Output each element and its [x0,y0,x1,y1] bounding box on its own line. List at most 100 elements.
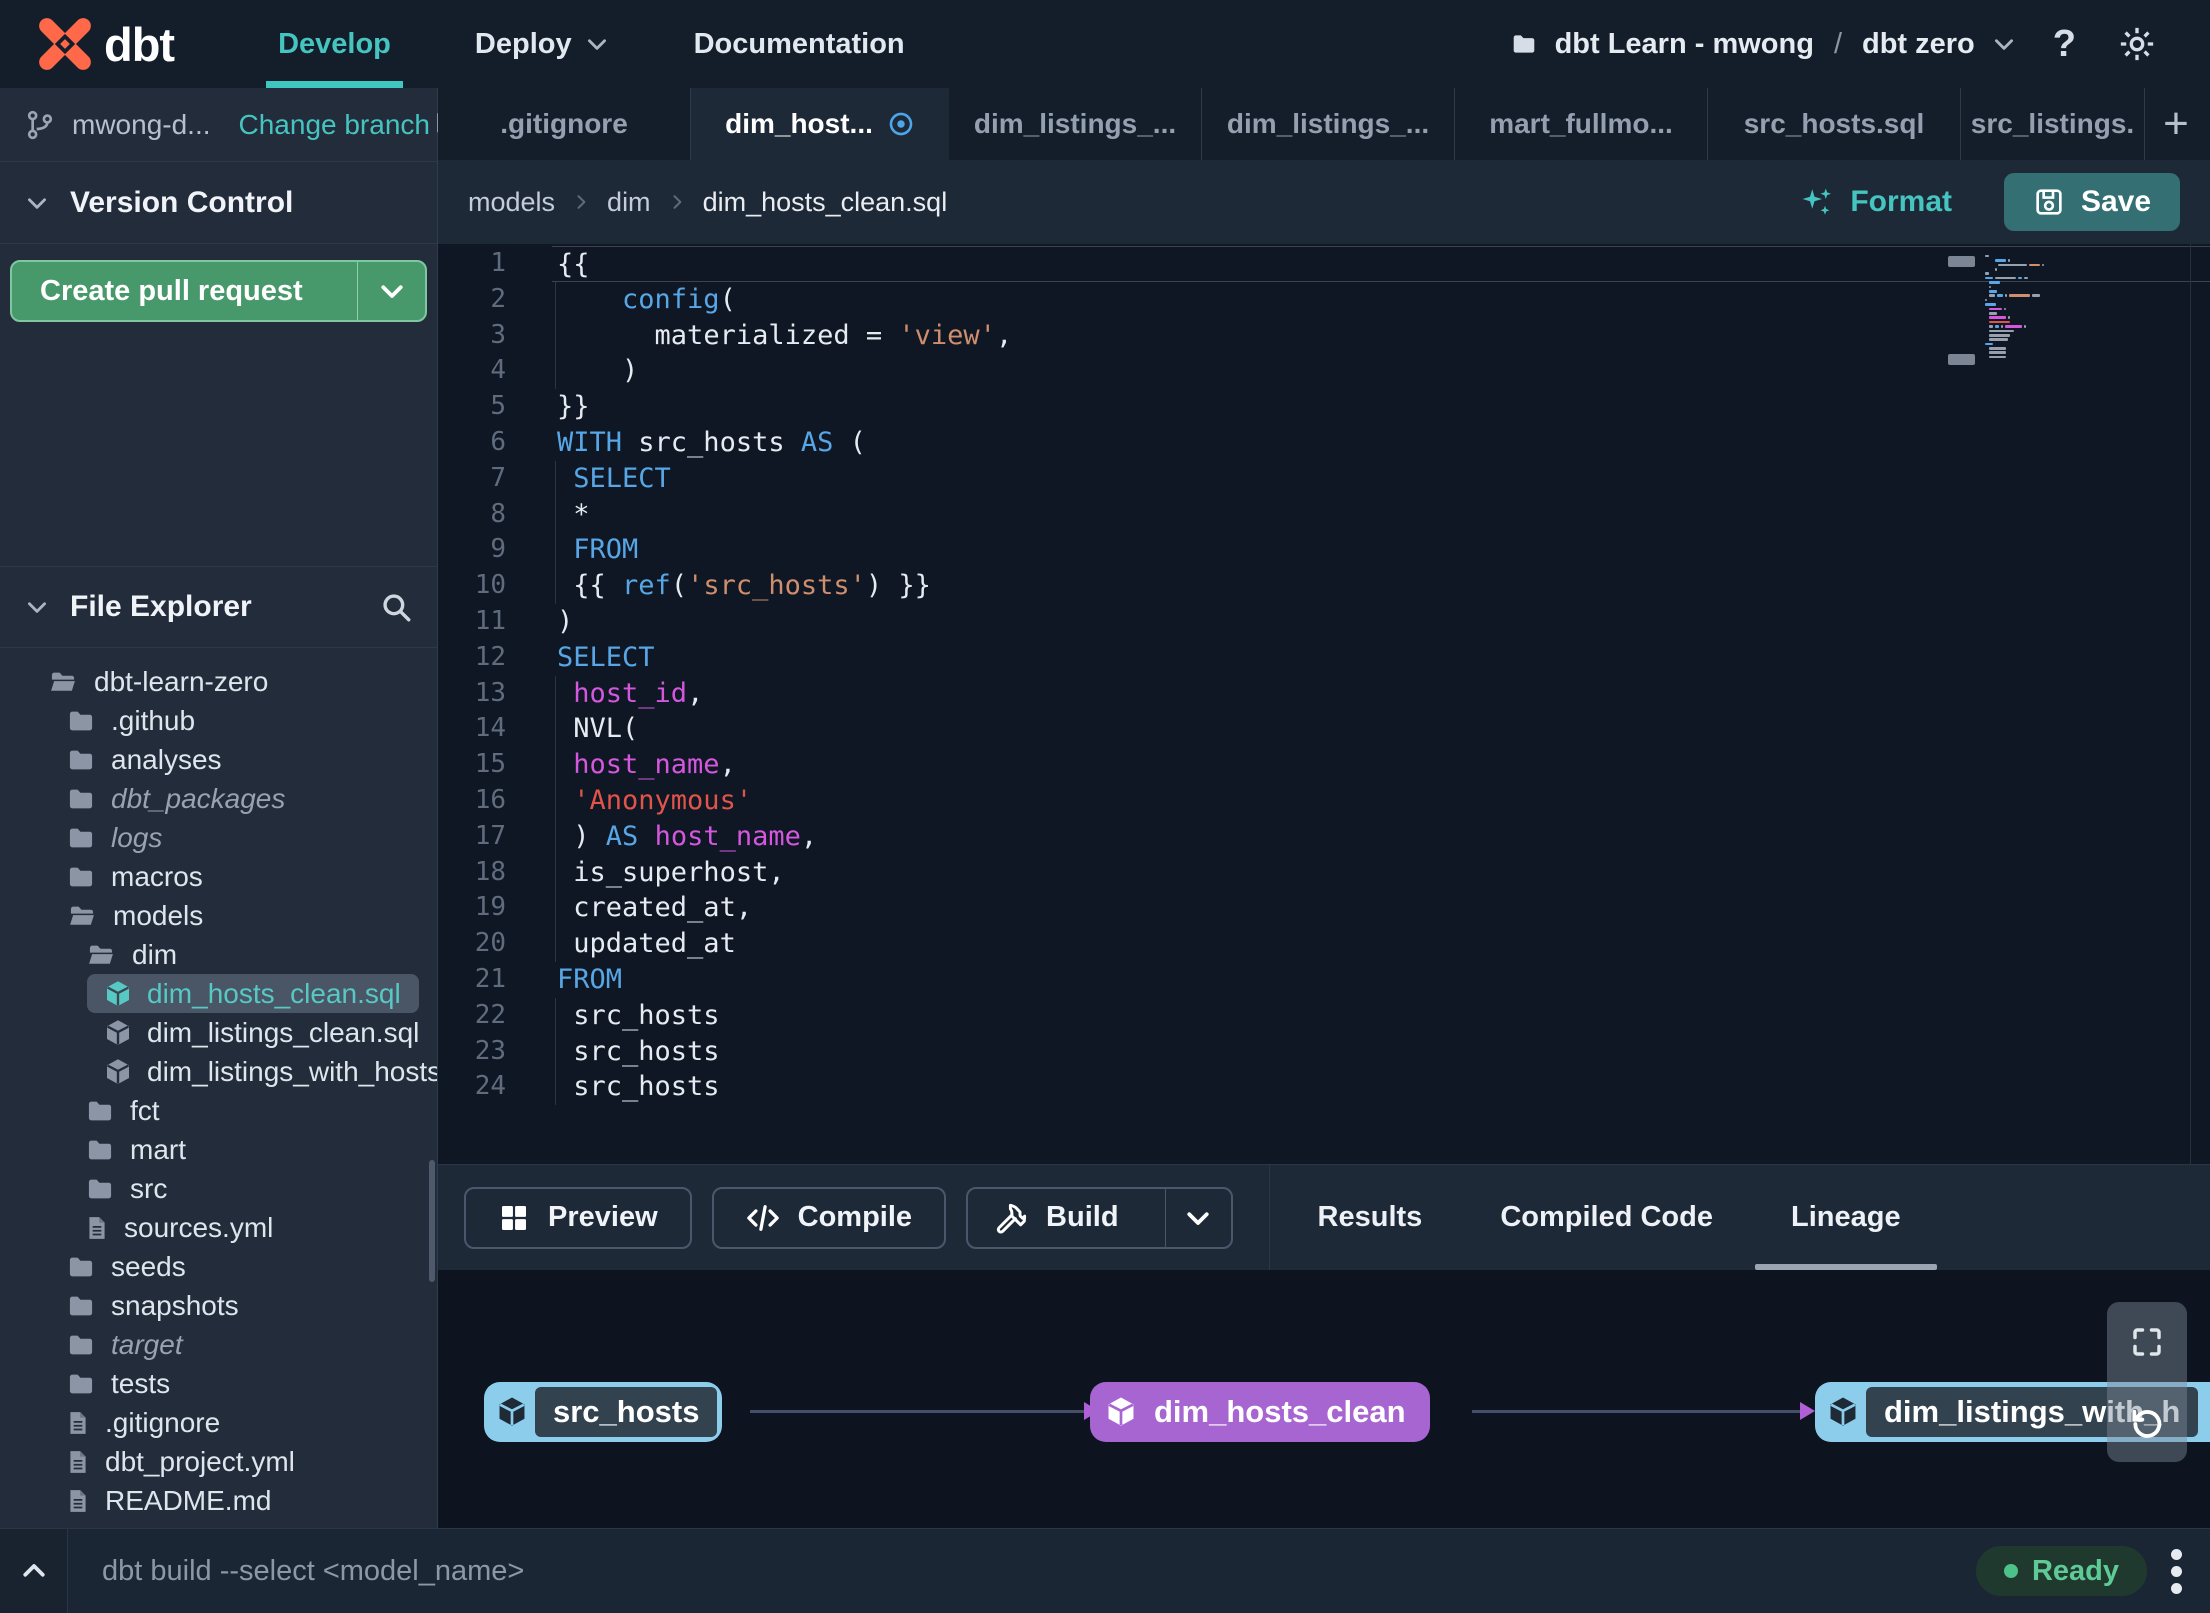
dbt-logo[interactable]: dbt [36,15,175,73]
code-line-23[interactable]: 23 src_hosts [438,1033,2210,1070]
tree-item-models[interactable]: models [0,896,437,935]
result-tab-compiled-code[interactable]: Compiled Code [1496,1165,1717,1270]
lineage-node-dim-hosts-clean[interactable]: dim_hosts_clean [1090,1382,1430,1442]
tree-item-mart[interactable]: mart [0,1130,437,1169]
change-branch-link[interactable]: Change branch [239,109,430,141]
tree-item-dbt-learn-zero[interactable]: dbt-learn-zero [0,662,437,701]
editor-tab-4[interactable]: mart_fullmo... [1455,88,1708,160]
code-line-22[interactable]: 22 src_hosts [438,997,2210,1034]
editor-tab-5[interactable]: src_hosts.sql [1708,88,1961,160]
code-line-20[interactable]: 20 updated_at [438,926,2210,962]
tree-item-analyses[interactable]: analyses [0,740,437,779]
tree-item-dim-listings-clean-sql[interactable]: dim_listings_clean.sql [0,1013,437,1052]
project-name: dbt Learn - mwong [1554,27,1814,60]
tree-item--gitignore[interactable]: .gitignore [0,1403,437,1442]
kebab-menu-icon[interactable] [2171,1548,2182,1594]
code-line-15[interactable]: 15 host_name, [438,747,2210,783]
new-tab-button[interactable]: + [2145,88,2207,160]
tree-item-seeds[interactable]: seeds [0,1247,437,1286]
tree-item-sources-yml[interactable]: sources.yml [0,1208,437,1247]
editor-tab-0[interactable]: .gitignore [438,88,691,160]
file-explorer-header[interactable]: File Explorer [0,566,437,648]
pr-dropdown-caret[interactable] [357,262,425,320]
code-line-14[interactable]: 14 NVL( [438,711,2210,747]
code-line-6[interactable]: 6 WITH src_hosts AS ( [438,425,2210,461]
build-main[interactable]: Build [968,1189,1147,1247]
code-editor[interactable]: 1{{2 config(3 materialized = 'view', 4 ) 5… [438,244,2210,1164]
main-area: .gitignore dim_host... dim_listings_... dim… [438,88,2210,1528]
tree-item-logs[interactable]: logs [0,818,437,857]
line-number: 16 [474,784,506,815]
code-line-2[interactable]: 2 config( [438,281,2210,318]
build-dropdown-caret[interactable] [1164,1188,1231,1247]
search-icon[interactable] [379,590,413,624]
tree-item-readme-md[interactable]: README.md [0,1481,437,1520]
code-line-10[interactable]: 10 {{ ref('src_hosts') }} [438,568,2210,604]
code-line-12[interactable]: 12 SELECT [438,640,2210,676]
invoke-toolbar: Preview Compile Build Results Compiled Co… [438,1164,2210,1271]
code-line-9[interactable]: 9 FROM [438,532,2210,568]
code-line-1[interactable]: 1{{ [438,246,2210,282]
explorer-scrollbar[interactable] [429,1160,435,1282]
editor-tab-2[interactable]: dim_listings_... [949,88,1202,160]
minimap-divider [2190,244,2191,1164]
save-label: Save [2080,185,2152,218]
code-line-19[interactable]: 19 created_at, [438,890,2210,926]
project-separator: / [1833,27,1842,60]
code-line-5[interactable]: 5}} [438,389,2210,425]
code-line-17[interactable]: 17 ) AS host_name, [438,818,2210,855]
tree-item-dim-listings-with-hosts-[interactable]: dim_listings_with_hosts... [0,1052,437,1091]
nav-item-develop[interactable]: Develop [236,0,433,88]
tree-item-src[interactable]: src [0,1169,437,1208]
command-input[interactable]: dbt build --select <model_name> [102,1555,1976,1588]
code-line-7[interactable]: 7 SELECT [438,460,2210,497]
nav-item-documentation[interactable]: Documentation [652,0,947,88]
status-badge[interactable]: Ready [1975,1546,2147,1596]
editor-tab-6[interactable]: src_listings. [1961,88,2145,160]
tree-item-dbt-packages[interactable]: dbt_packages [0,779,437,818]
save-button[interactable]: Save [2004,173,2180,231]
editor-tab-1[interactable]: dim_host... [691,88,949,160]
compile-button[interactable]: Compile [711,1186,947,1249]
code-line-18[interactable]: 18 is_superhost, [438,854,2210,891]
fullscreen-icon[interactable] [2129,1324,2165,1360]
code-line-8[interactable]: 8 * [438,496,2210,533]
lineage-graph: src_hosts dim_hosts_clean dim_listings_w… [438,1270,2210,1528]
build-button[interactable]: Build [966,1186,1233,1249]
lineage-node-src-hosts[interactable]: src_hosts [484,1382,723,1442]
tree-item-tests[interactable]: tests [0,1364,437,1403]
code-line-3[interactable]: 3 materialized = 'view', [438,317,2210,354]
editor-minimap[interactable] [1985,254,2063,359]
refresh-icon[interactable] [2127,1404,2167,1444]
panel-toggle-button[interactable] [0,1529,68,1613]
create-pull-request-button[interactable]: Create pull request [10,260,427,322]
format-button[interactable]: Format [1798,184,1952,220]
nav-item-deploy[interactable]: Deploy [433,0,652,88]
result-tab-lineage[interactable]: Lineage [1755,1165,1937,1270]
tree-item-dim-hosts-clean-sql[interactable]: dim_hosts_clean.sql [87,974,419,1013]
editor-tab-3[interactable]: dim_listings_... [1202,88,1455,160]
tree-item-dbt-project-yml[interactable]: dbt_project.yml [0,1442,437,1481]
code-line-21[interactable]: 21 FROM [438,962,2210,998]
tree-item-target[interactable]: target [0,1325,437,1364]
preview-button[interactable]: Preview [464,1186,692,1249]
code-line-13[interactable]: 13 host_id, [438,675,2210,712]
code-line-16[interactable]: 16 'Anonymous' [438,782,2210,819]
project-switcher[interactable]: dbt Learn - mwong / dbt zero [1509,28,2017,61]
tree-item-fct[interactable]: fct [0,1091,437,1130]
code-line-11[interactable]: 11) [438,604,2210,640]
settings-gear-icon[interactable] [2112,25,2162,63]
code-line-4[interactable]: 4 ) [438,353,2210,389]
model-cube-icon [1826,1394,1860,1430]
help-button[interactable]: ? [2035,23,2094,66]
version-control-header[interactable]: Version Control [0,162,437,244]
tree-item-macros[interactable]: macros [0,857,437,896]
tree-item-snapshots[interactable]: snapshots [0,1286,437,1325]
line-number: 18 [474,856,506,887]
file-icon [65,1486,91,1516]
result-tab-results[interactable]: Results [1314,1165,1427,1270]
tree-item--github[interactable]: .github [0,701,437,740]
code-line-24[interactable]: 24 src_hosts [438,1069,2210,1105]
code-lines: 1{{2 config(3 materialized = 'view', 4 ) 5… [438,246,2210,1105]
tree-item-dim[interactable]: dim [0,935,437,974]
